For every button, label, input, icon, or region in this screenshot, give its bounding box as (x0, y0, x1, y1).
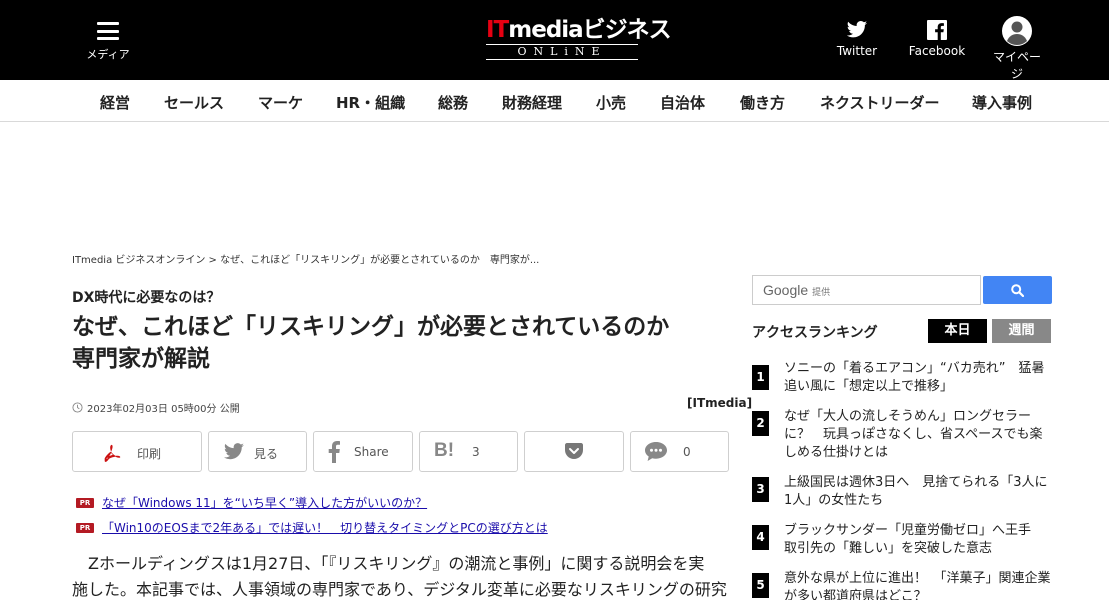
article-body-line2: 施した。本記事では、人事領域の専門家であり、デジタル変革に必要なリスキリングの研… (72, 580, 727, 599)
nav-item-sales[interactable]: セールス (164, 92, 224, 113)
hatena-bookmark-button[interactable]: B! 3 (419, 431, 518, 472)
media-menu-label: メディア (86, 48, 130, 61)
pocket-button[interactable] (524, 431, 624, 472)
pr-item: PR 「Win10のEOSまで2年ある」では遅い！ 切り替えタイミングとPCの選… (76, 515, 548, 540)
hamburger-icon (97, 22, 119, 40)
facebook-label: Facebook (908, 44, 966, 58)
facebook-share-label: Share (354, 445, 389, 459)
ranking-text: 上級国民は週休3日へ 見捨てられる「3人に1人」の女性たち (784, 475, 1048, 508)
twitter-icon (846, 21, 868, 38)
nav-item-finance[interactable]: 財務経理 (502, 92, 562, 113)
pr-item: PR なぜ「Windows 11」を“いち早く”導入した方がいいのか？ (76, 490, 548, 515)
ranking-text: なぜ「大人の流しそうめん」ロングセラーに？ 玩具っぽさなくし、省スペースでも楽し… (784, 409, 1043, 460)
nav-item-retail[interactable]: 小売 (596, 92, 626, 113)
facebook-share-icon (328, 441, 340, 463)
ranking-title: アクセスランキング (752, 325, 878, 341)
nav-item-next-leader[interactable]: ネクストリーダー (820, 92, 940, 113)
twitter-share-icon (224, 443, 244, 460)
facebook-icon (927, 20, 947, 40)
pdf-print-icon (104, 444, 121, 462)
user-avatar-icon (1002, 16, 1032, 46)
media-menu-button[interactable]: メディア (86, 22, 130, 62)
twitter-share-label: 見る (254, 447, 279, 461)
logo-it: IT (486, 17, 509, 43)
pr-badge: PR (76, 522, 94, 533)
publish-date: 2023年02月03日 05時00分 公開 (87, 404, 240, 415)
pocket-icon (565, 443, 583, 459)
facebook-share-button[interactable]: Share (313, 431, 413, 472)
ranking-number: 5 (752, 573, 769, 598)
ranking-text: 意外な県が上位に進出！ 「洋菓子」関連企業が多い都道府県はどこ？ (784, 571, 1051, 600)
search-button[interactable] (983, 276, 1052, 304)
site-search: Google 提供 (752, 275, 1052, 305)
search-input[interactable]: Google 提供 (752, 275, 981, 305)
pr-links: PR なぜ「Windows 11」を“いち早く”導入した方がいいのか？ PR 「… (76, 490, 548, 540)
share-buttons: 印刷 見る Share B! 3 0 (72, 431, 732, 472)
logo-online: ONLiNE (486, 44, 638, 60)
nav-item-case-studies[interactable]: 導入事例 (972, 92, 1032, 113)
nav-item-local-gov[interactable]: 自治体 (660, 92, 705, 113)
tab-weekly[interactable]: 週間 (992, 319, 1051, 343)
search-icon (1011, 283, 1024, 297)
hatena-count: 3 (472, 445, 480, 459)
print-button[interactable]: 印刷 (72, 431, 202, 472)
ranking-text: ブラックサンダー「児童労働ゼロ」へ王手 取引先の「難しい」を突破した意志 (784, 523, 1045, 556)
clock-icon (72, 402, 83, 413)
print-label: 印刷 (137, 447, 162, 461)
category-nav: 経営 セールス マーケ HR・組織 総務 財務経理 小売 自治体 働き方 ネクス… (0, 80, 1109, 122)
article-body-line1: Zホールディングスは1月27日、「『リスキリング』の潮流と事例」に関する説明会を… (88, 554, 705, 573)
site-logo[interactable]: ITmediaビジネス ONLiNE (486, 17, 672, 62)
breadcrumb[interactable]: ITmedia ビジネスオンライン > なぜ、これほど「リスキリング」が必要とさ… (72, 251, 539, 266)
twitter-share-button[interactable]: 見る (208, 431, 307, 472)
nav-item-workstyle[interactable]: 働き方 (740, 92, 785, 113)
logo-rest: mediaビジネス (508, 17, 671, 43)
pr-link[interactable]: 「Win10のEOSまで2年ある」では遅い！ 切り替えタイミングとPCの選び方と… (102, 519, 548, 536)
ranking-number: 2 (752, 411, 769, 436)
comment-button[interactable]: 0 (630, 431, 729, 472)
article-title-line1: なぜ、これほど「リスキリング」が必要とされているのか (72, 314, 670, 340)
comment-bubble-icon (645, 442, 667, 461)
search-brand: Google (763, 282, 809, 298)
pr-link[interactable]: なぜ「Windows 11」を“いち早く”導入した方がいいのか？ (102, 494, 427, 511)
mypage-link[interactable]: マイページ (988, 16, 1046, 82)
ranking-text: ソニーの「着るエアコン」“バカ売れ” 猛暑追い風に「想定以上で推移」 (784, 361, 1045, 394)
twitter-label: Twitter (836, 44, 878, 58)
mypage-label: マイページ (992, 50, 1041, 81)
article-body: Zホールディングスは1月27日、「『リスキリング』の潮流と事例」に関する説明会を… (72, 551, 732, 600)
nav-item-management[interactable]: 経営 (100, 92, 130, 113)
article-title: なぜ、これほど「リスキリング」が必要とされているのか 専門家が解説 (72, 311, 732, 375)
comment-count: 0 (683, 445, 691, 459)
nav-item-general-affairs[interactable]: 総務 (438, 92, 468, 113)
article-title-line2: 専門家が解説 (72, 346, 210, 372)
site-header: メディア ITmediaビジネス ONLiNE Twitter Facebook… (0, 0, 1109, 82)
article-kicker: DX時代に必要なのは？ (72, 290, 221, 306)
article-byline[interactable]: [ITmedia] (687, 396, 752, 410)
tab-today[interactable]: 本日 (928, 319, 987, 343)
ranking-number: 4 (752, 525, 769, 550)
ranking-number: 1 (752, 365, 769, 390)
nav-item-marketing[interactable]: マーケ (258, 92, 303, 113)
ranking-number: 3 (752, 477, 769, 502)
facebook-link[interactable]: Facebook (908, 20, 966, 58)
pr-badge: PR (76, 497, 94, 508)
search-provided-label: 提供 (812, 287, 831, 297)
article-meta: 2023年02月03日 05時00分 公開 (72, 400, 240, 415)
hatena-bookmark-icon: B! (434, 440, 455, 461)
twitter-link[interactable]: Twitter (836, 20, 878, 58)
nav-item-hr[interactable]: HR・組織 (336, 92, 405, 113)
